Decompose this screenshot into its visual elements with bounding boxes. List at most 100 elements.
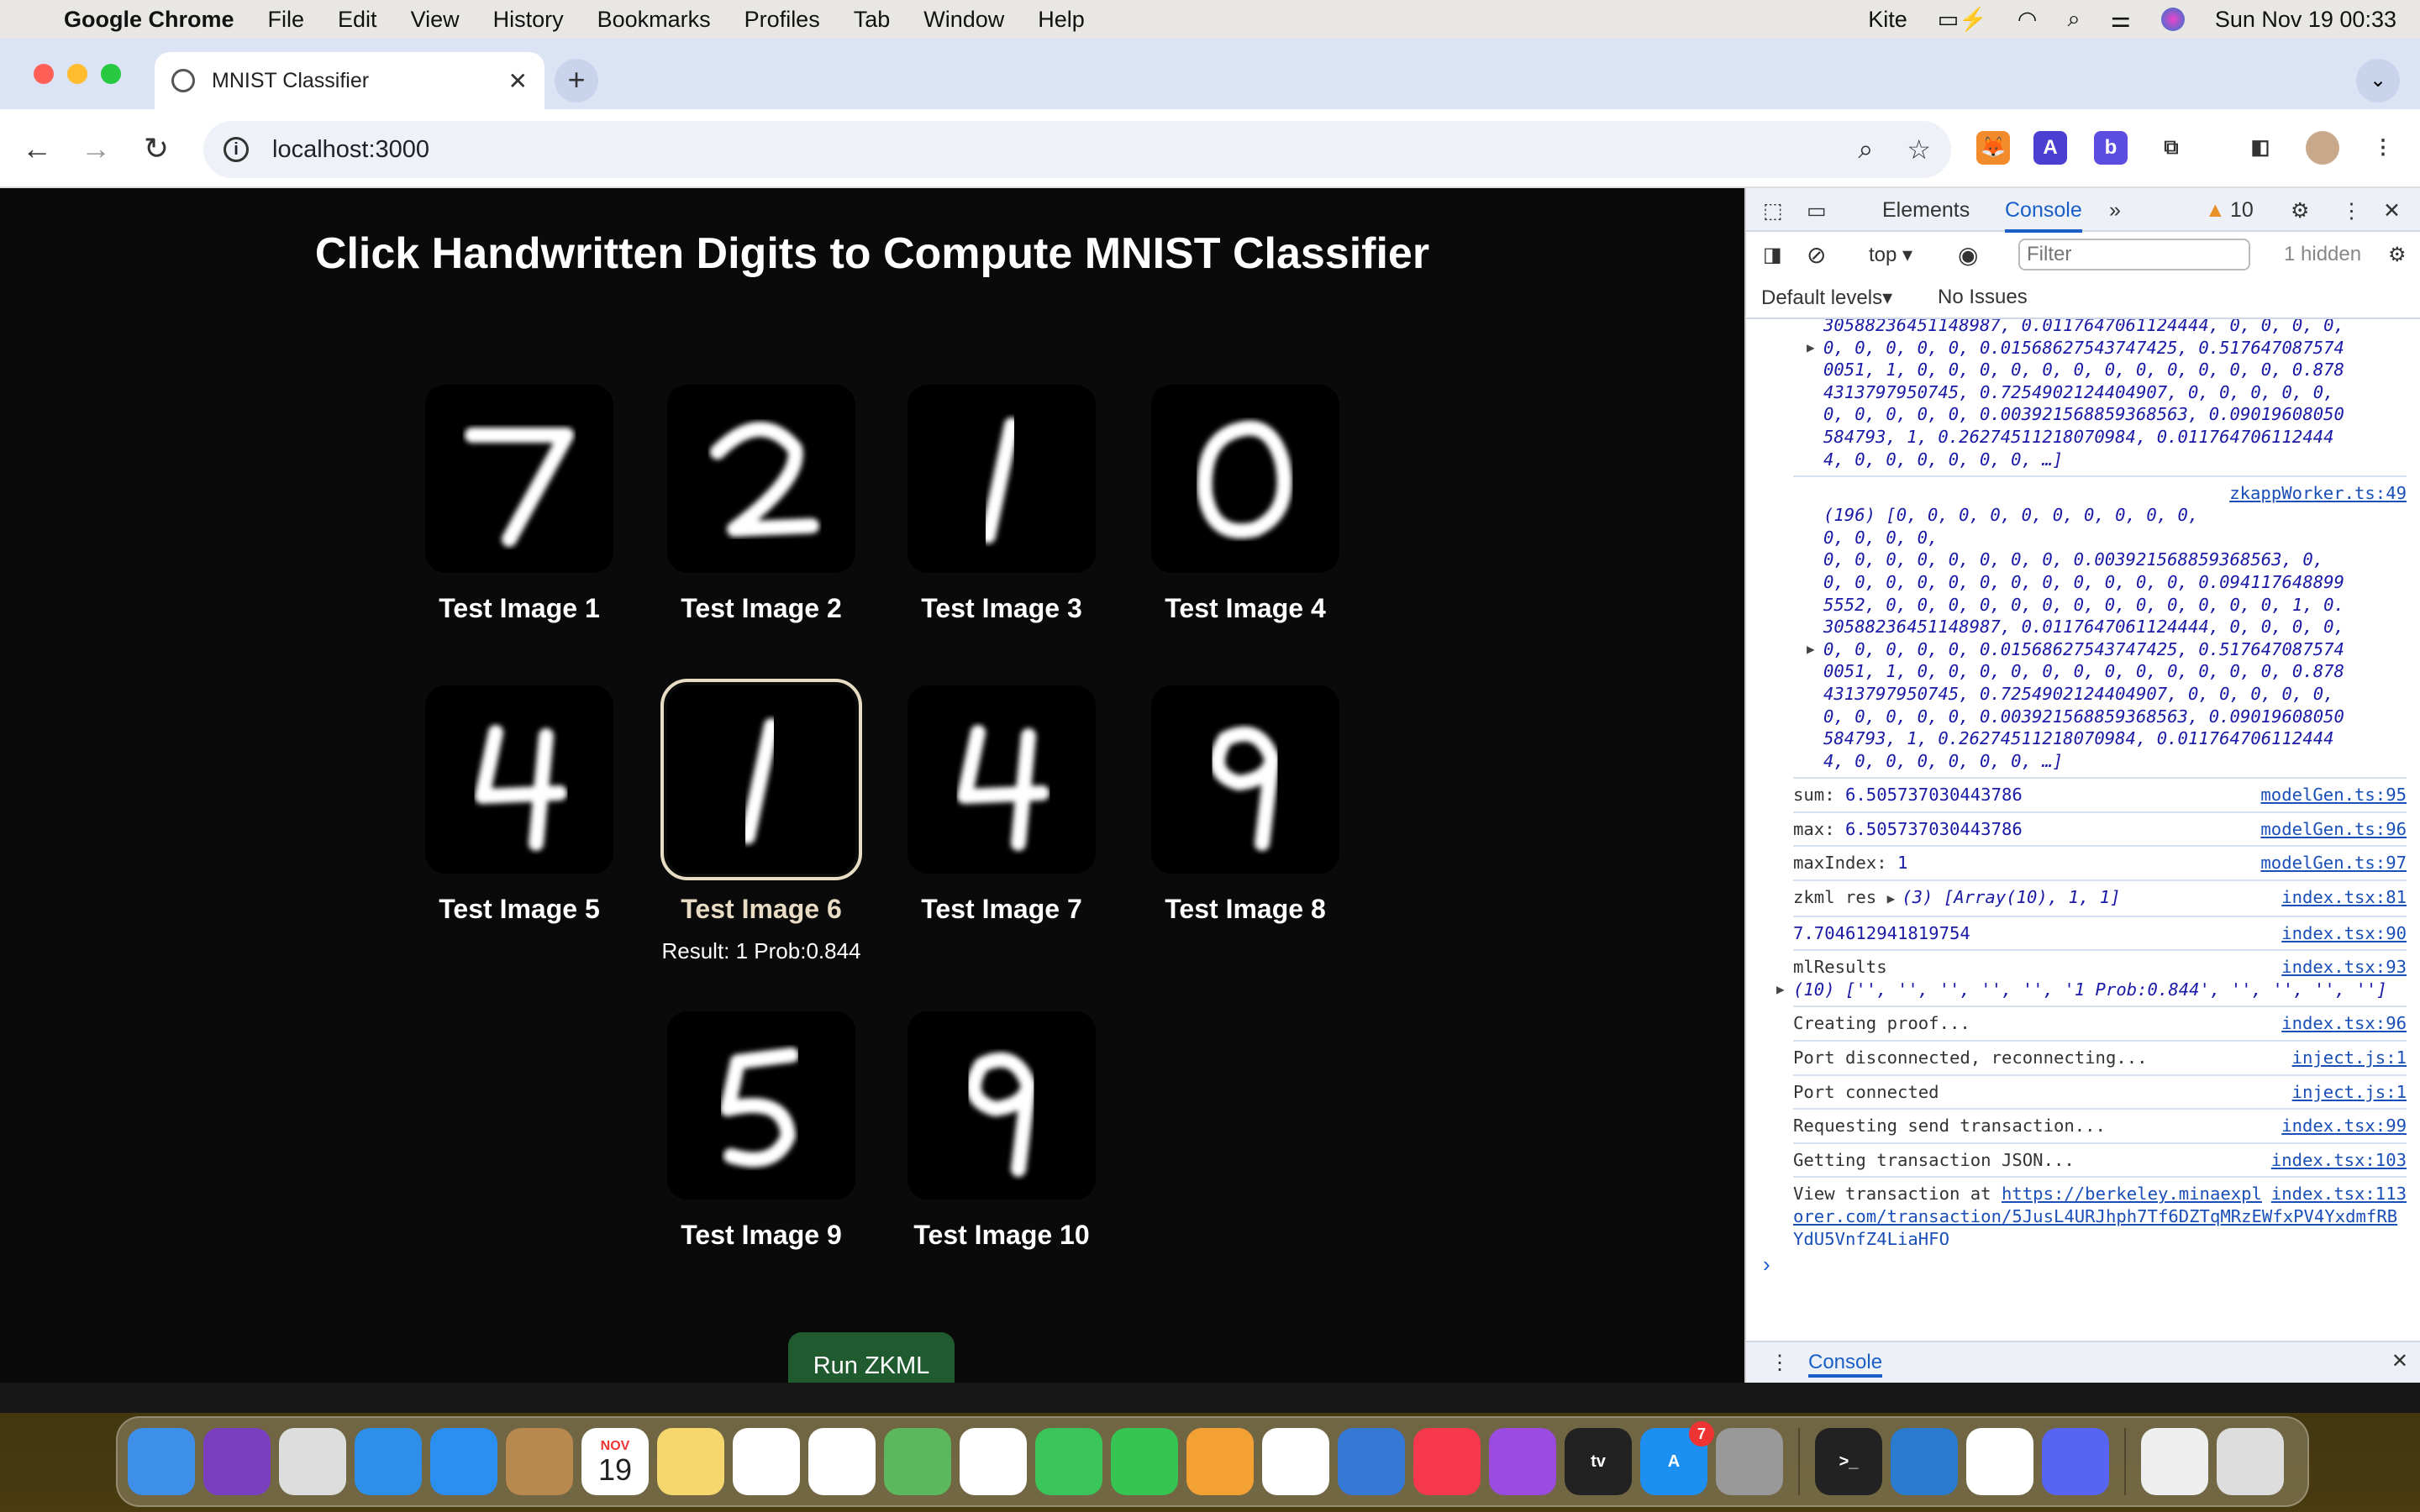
dock-system-settings-icon[interactable] [1716, 1428, 1783, 1495]
source-link[interactable]: zkappWorker.ts:49 [2229, 482, 2407, 505]
dock-podcasts-icon[interactable] [1489, 1428, 1556, 1495]
hidden-count[interactable]: 1 hidden [2284, 243, 2361, 266]
dock-terminal-icon[interactable]: >_ [1815, 1428, 1882, 1495]
source-link[interactable]: index.tsx:103 [2271, 1149, 2407, 1172]
dock-launchpad-icon[interactable] [279, 1428, 346, 1495]
test-image-tile[interactable]: Test Image 4 [1151, 385, 1339, 624]
dock-pages-icon[interactable] [1186, 1428, 1254, 1495]
close-devtools-icon[interactable]: ✕ [2383, 198, 2401, 223]
source-link[interactable]: index.tsx:93 [2281, 956, 2407, 979]
side-panel-icon[interactable]: ◧ [2244, 131, 2277, 165]
spotlight-search-icon[interactable]: ⌕ [2067, 6, 2080, 33]
dock-freeform-icon[interactable] [733, 1428, 800, 1495]
back-icon[interactable]: ← [20, 131, 54, 166]
b-extension-icon[interactable]: b [2094, 131, 2128, 165]
console-message[interactable]: modelGen.ts:95 sum: 6.505737030443786 [1793, 779, 2407, 813]
digit-image[interactable] [667, 1011, 855, 1200]
dock-maps-icon[interactable] [884, 1428, 951, 1495]
kite-menu[interactable]: Kite [1868, 7, 1907, 33]
more-tabs-icon[interactable]: » [2109, 198, 2121, 223]
close-drawer-icon[interactable]: ✕ [2391, 1349, 2408, 1373]
dock-mail-icon[interactable] [430, 1428, 497, 1495]
menu-app-name[interactable]: Google Chrome [64, 7, 234, 33]
source-link[interactable]: index.tsx:99 [2281, 1115, 2407, 1137]
dock-calendar-icon[interactable]: NOV 19 [581, 1428, 649, 1495]
console-message[interactable]: index.tsx:90 7.704612941819754 [1793, 917, 2407, 952]
test-image-tile[interactable]: Test Image 9 [667, 1011, 855, 1251]
console-message[interactable]: modelGen.ts:96 max: 6.505737030443786 [1793, 813, 2407, 848]
expand-triangle-icon[interactable]: ▶ [1807, 337, 1815, 360]
dock-numbers-icon[interactable] [1262, 1428, 1329, 1495]
test-image-tile[interactable]: Test Image 1 [425, 385, 613, 624]
tab-elements[interactable]: Elements [1882, 198, 1970, 223]
test-image-tile[interactable]: Test Image 3 [908, 385, 1096, 624]
issues-status[interactable]: No Issues [1938, 286, 2028, 309]
dock-photos-icon[interactable] [960, 1428, 1027, 1495]
expand-triangle-icon[interactable]: ▶ [1887, 890, 1896, 906]
digit-image[interactable] [1151, 385, 1339, 573]
console-message[interactable]: zkappWorker.ts:49 (196) [0, 0, 0, 0, 0, 0… [1793, 477, 2407, 780]
inspect-element-icon[interactable]: ⬚ [1763, 198, 1783, 223]
menu-window[interactable]: Window [923, 7, 1004, 33]
url-text[interactable]: localhost:3000 [272, 136, 429, 164]
console-message[interactable]: index.tsx:81 zkml res ▶ (3) [Array(10), 1,… [1793, 881, 2407, 917]
console-message[interactable]: inject.js:1 Port disconnected, reconnecti… [1793, 1042, 2407, 1076]
source-link[interactable]: index.tsx:113 [2271, 1183, 2407, 1205]
digit-image[interactable] [908, 385, 1096, 573]
sidebar-toggle-icon[interactable]: ◨ [1763, 243, 1782, 267]
menu-profiles[interactable]: Profiles [744, 7, 820, 33]
settings-gear-icon[interactable]: ⚙ [2291, 198, 2309, 223]
metamask-extension-icon[interactable]: 🦊 [1976, 131, 2010, 165]
dock-discord-icon[interactable] [2042, 1428, 2109, 1495]
test-image-tile[interactable]: Test Image 2 [667, 385, 855, 624]
console-prompt-icon[interactable]: › [1763, 1252, 1770, 1278]
console-message[interactable]: modelGen.ts:97 maxIndex: 1 [1793, 847, 2407, 882]
source-link[interactable]: index.tsx:81 [2281, 886, 2407, 909]
console-message[interactable]: index.tsx:93 mlResults ▶ (10) ['', '', '', … [1776, 951, 2407, 1008]
test-image-tile[interactable]: Test Image 6 Result: 1 Prob:0.844 [660, 679, 862, 964]
menu-view[interactable]: View [411, 7, 460, 33]
source-link[interactable]: inject.js:1 [2292, 1047, 2407, 1069]
live-expression-eye-icon[interactable]: ◉ [1958, 241, 1978, 269]
menu-edit[interactable]: Edit [338, 7, 377, 33]
dock-notes-icon[interactable] [657, 1428, 724, 1495]
expand-triangle-icon[interactable]: ▶ [1807, 638, 1815, 661]
menu-tab[interactable]: Tab [854, 7, 891, 33]
close-tab-icon[interactable]: ✕ [508, 67, 528, 95]
dock-safari-icon[interactable] [355, 1428, 422, 1495]
console-message[interactable]: index.tsx:96 Creating proof... [1793, 1007, 2407, 1042]
extensions-puzzle-icon[interactable]: ⧉ [2154, 131, 2188, 165]
dock-trash-icon[interactable] [2217, 1428, 2284, 1495]
dock-messages-icon[interactable] [1035, 1428, 1102, 1495]
test-image-tile[interactable]: Test Image 5 [425, 685, 613, 925]
message-object[interactable]: (10) ['', '', '', '', '', '1 Prob:0.844'… [1793, 979, 2387, 1000]
minimize-window-button[interactable] [67, 64, 87, 84]
tab-console[interactable]: Console [2005, 198, 2082, 233]
dock-tv-icon[interactable]: tv [1565, 1428, 1632, 1495]
new-tab-button[interactable]: + [555, 59, 598, 102]
clock[interactable]: Sun Nov 19 00:33 [2215, 7, 2396, 33]
source-link[interactable]: modelGen.ts:95 [2260, 784, 2407, 806]
source-link[interactable]: inject.js:1 [2292, 1081, 2407, 1104]
device-toolbar-icon[interactable]: ▭ [1807, 198, 1827, 223]
context-selector[interactable]: top ▾ [1869, 243, 1912, 267]
console-settings-icon[interactable]: ⚙ [2388, 243, 2407, 267]
dock-siri-icon[interactable] [203, 1428, 271, 1495]
console-filter-input[interactable] [2018, 239, 2250, 270]
close-window-button[interactable] [34, 64, 54, 84]
menu-history[interactable]: History [493, 7, 564, 33]
message-object[interactable]: (3) [Array(10), 1, 1] [1902, 887, 2120, 907]
dock-finder-icon[interactable] [128, 1428, 195, 1495]
test-image-tile[interactable]: Test Image 10 [908, 1011, 1096, 1251]
dock-app-store-icon[interactable]: A7 [1640, 1421, 1714, 1495]
console-message[interactable]: inject.js:1 Port connected [1793, 1076, 2407, 1110]
source-link[interactable]: modelGen.ts:96 [2260, 818, 2407, 841]
dock-vs-code-icon[interactable] [1891, 1428, 1958, 1495]
wifi-icon[interactable]: ◠ [2018, 7, 2038, 33]
forward-icon[interactable]: → [79, 131, 113, 166]
bookmark-star-icon[interactable]: ☆ [1907, 134, 1931, 165]
digit-image[interactable] [1151, 685, 1339, 874]
dock-chrome-icon[interactable] [1966, 1428, 2033, 1495]
menu-help[interactable]: Help [1038, 7, 1085, 33]
source-link[interactable]: index.tsx:90 [2281, 922, 2407, 945]
